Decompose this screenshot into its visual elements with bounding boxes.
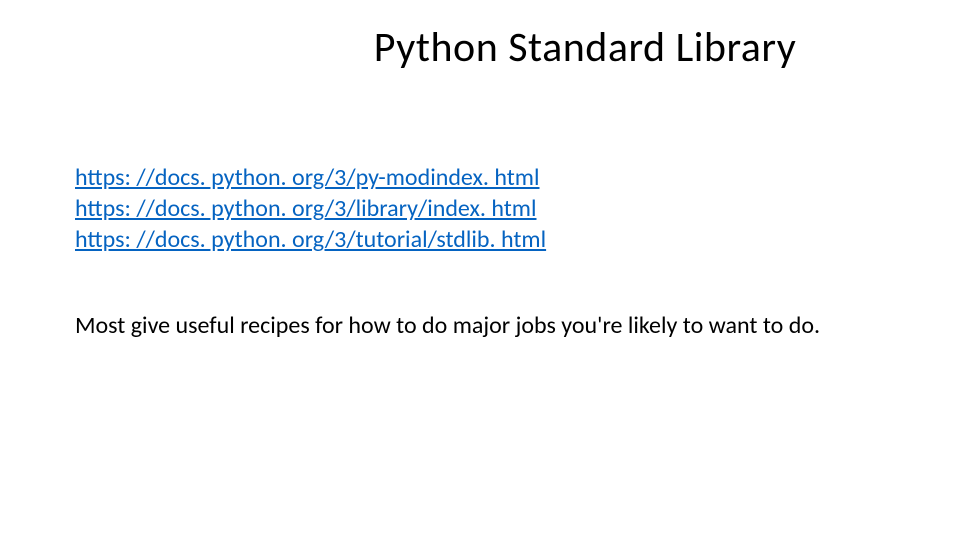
link-py-modindex[interactable]: https: //docs. python. org/3/py-modindex… (75, 163, 539, 192)
link-tutorial-stdlib[interactable]: https: //docs. python. org/3/tutorial/st… (75, 225, 546, 254)
body-paragraph: Most give useful recipes for how to do m… (75, 310, 900, 341)
link-library-index[interactable]: https: //docs. python. org/3/library/ind… (75, 194, 536, 223)
slide: Python Standard Library https: //docs. p… (0, 0, 960, 540)
slide-body: https: //docs. python. org/3/py-modindex… (75, 162, 900, 341)
slide-title: Python Standard Library (0, 22, 960, 73)
